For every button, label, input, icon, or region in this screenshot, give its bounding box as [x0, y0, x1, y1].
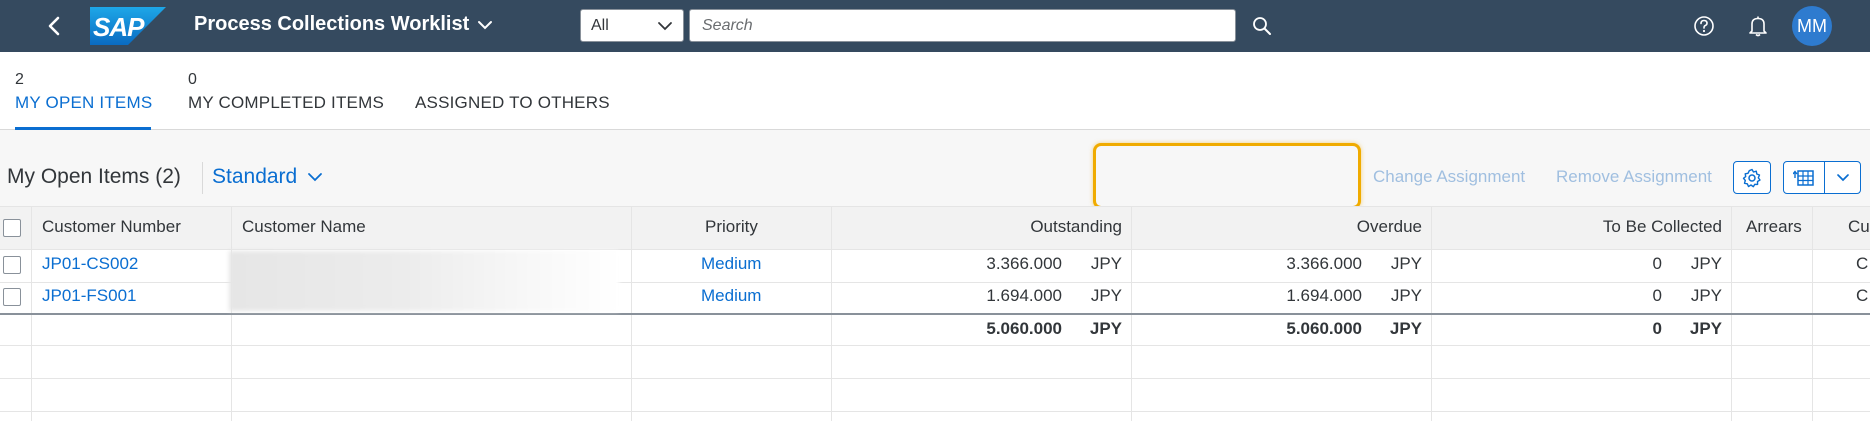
to-be-collected-currency: JPY	[1690, 286, 1722, 305]
row-divider	[0, 378, 1870, 379]
table-title: My Open Items (2)	[7, 165, 181, 188]
to-be-collected-value: 0	[1652, 286, 1662, 305]
chevron-left-icon	[48, 16, 60, 36]
redacted-customer-names	[229, 251, 619, 311]
chevron-down-icon	[478, 20, 493, 29]
export-spreadsheet-icon	[1793, 169, 1814, 186]
notifications-button[interactable]	[1744, 12, 1772, 40]
avatar-initials: MM	[1797, 15, 1827, 36]
total-to-be-collected-currency: JPY	[1689, 319, 1722, 338]
cu-value: C	[1856, 254, 1869, 273]
back-button[interactable]	[40, 12, 68, 40]
tab-label: MY OPEN ITEMS	[15, 93, 153, 112]
highlighted-region	[1093, 143, 1361, 209]
column-header-cu[interactable]: Cu	[1848, 217, 1870, 237]
outstanding-value: 1.694.000	[986, 286, 1062, 305]
outstanding-value: 3.366.000	[986, 254, 1062, 273]
tab-assigned-to-others[interactable]: ASSIGNED TO OTHERS	[415, 52, 610, 130]
total-outstanding-currency: JPY	[1089, 319, 1122, 338]
variant-management[interactable]: Standard	[212, 165, 323, 189]
table-settings-button[interactable]	[1733, 161, 1771, 194]
column-header-arrears[interactable]: Arrears	[1746, 217, 1802, 237]
total-overdue-currency: JPY	[1389, 319, 1422, 338]
tab-my-open-items[interactable]: 2 MY OPEN ITEMS	[15, 52, 153, 130]
column-header-customer-name[interactable]: Customer Name	[242, 217, 366, 237]
search-scope-select[interactable]: All	[580, 9, 684, 42]
overdue-value: 3.366.000	[1286, 254, 1362, 273]
column-header-overdue[interactable]: Overdue	[1357, 217, 1422, 237]
export-button[interactable]	[1783, 161, 1825, 194]
chevron-down-icon	[308, 173, 323, 182]
sap-logo-text: SAP	[93, 12, 145, 42]
outstanding-currency: JPY	[1090, 254, 1122, 273]
tab-count: 0	[188, 71, 197, 88]
sap-logo: SAP	[90, 7, 166, 45]
search-icon	[1253, 17, 1271, 35]
tab-label: MY COMPLETED ITEMS	[188, 93, 384, 112]
row-divider	[0, 345, 1870, 346]
column-header-to-be-collected[interactable]: To Be Collected	[1603, 217, 1722, 237]
help-icon	[1694, 16, 1714, 36]
change-assignment-button[interactable]: Change Assignment	[1373, 167, 1525, 187]
row-divider	[0, 411, 1870, 412]
row-select-checkbox[interactable]	[3, 288, 21, 306]
priority-link[interactable]: Medium	[701, 286, 761, 306]
cu-value: C	[1856, 286, 1869, 305]
bell-icon	[1749, 16, 1767, 37]
column-header-customer-number[interactable]: Customer Number	[42, 217, 181, 237]
tab-count: 2	[15, 71, 24, 88]
app-root: SAP Process Collections Worklist All MM …	[0, 0, 1870, 421]
tab-my-completed-items[interactable]: 0 MY COMPLETED ITEMS	[188, 52, 384, 130]
search-scope-value: All	[591, 16, 609, 34]
overdue-currency: JPY	[1390, 254, 1422, 273]
total-outstanding-value: 5.060.000	[986, 319, 1062, 338]
variant-name: Standard	[212, 165, 298, 188]
search-input[interactable]	[689, 9, 1236, 42]
customer-number-link[interactable]: JP01-CS002	[42, 254, 138, 274]
totals-divider	[0, 313, 1870, 315]
total-overdue-value: 5.060.000	[1286, 319, 1362, 338]
to-be-collected-value: 0	[1652, 254, 1662, 273]
select-all-checkbox[interactable]	[3, 219, 21, 237]
gear-icon	[1742, 168, 1761, 187]
search-button[interactable]	[1248, 12, 1276, 40]
row-select-checkbox[interactable]	[3, 256, 21, 274]
to-be-collected-currency: JPY	[1690, 254, 1722, 273]
icon-tab-bar: 2 MY OPEN ITEMS 0 MY COMPLETED ITEMS ASS…	[0, 52, 1870, 130]
chevron-down-icon	[658, 21, 672, 30]
app-title: Process Collections Worklist	[194, 13, 470, 35]
toolbar-separator	[202, 162, 203, 194]
total-to-be-collected-value: 0	[1652, 319, 1662, 338]
priority-link[interactable]: Medium	[701, 254, 761, 274]
column-header-outstanding[interactable]: Outstanding	[1030, 217, 1122, 237]
remove-assignment-button[interactable]: Remove Assignment	[1556, 167, 1712, 187]
tab-label: ASSIGNED TO OTHERS	[415, 93, 610, 112]
column-header-priority[interactable]: Priority	[705, 217, 758, 237]
app-title-menu[interactable]: Process Collections Worklist	[194, 13, 493, 36]
user-avatar[interactable]: MM	[1792, 6, 1832, 46]
export-menu-button[interactable]	[1824, 161, 1861, 194]
overdue-value: 1.694.000	[1286, 286, 1362, 305]
help-button[interactable]	[1690, 12, 1718, 40]
chevron-down-icon	[1836, 174, 1849, 182]
customer-number-link[interactable]: JP01-FS001	[42, 286, 137, 306]
overdue-currency: JPY	[1390, 286, 1422, 305]
outstanding-currency: JPY	[1090, 286, 1122, 305]
shell-bar: SAP Process Collections Worklist All MM	[0, 0, 1870, 52]
